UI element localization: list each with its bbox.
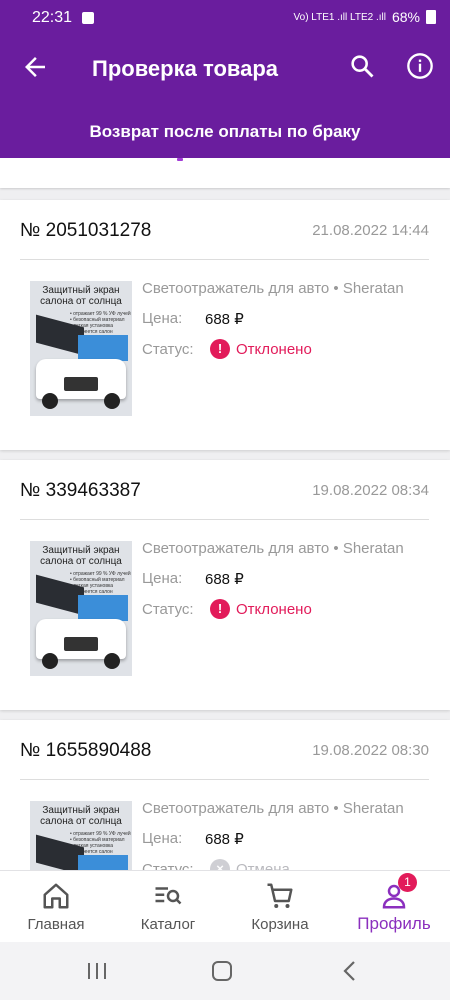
- status-label: Статус:: [142, 861, 194, 870]
- recents-icon[interactable]: [86, 963, 108, 979]
- thumb-title: Защитный экран салона от солнца: [40, 285, 122, 307]
- thumb-title: Защитный экран салона от солнца: [40, 545, 122, 567]
- car-grill: [64, 377, 98, 391]
- windshield-graphic: [78, 855, 128, 870]
- divider: [20, 259, 429, 260]
- info-icon[interactable]: [406, 52, 434, 80]
- signal-text: Vo) LTE1 .ıll LTE2 .ıll: [293, 11, 386, 23]
- product-name: Светоотражатель для авто • Sheratan: [142, 800, 404, 817]
- order-card[interactable]: № 2051031278 21.08.2022 14:44 Защитный э…: [0, 200, 450, 450]
- notification-icon: [82, 12, 94, 24]
- car-wheel: [42, 393, 58, 409]
- car-wheel: [104, 393, 120, 409]
- price-label: Цена:: [142, 830, 183, 847]
- divider: [20, 519, 429, 520]
- cancel-icon: ×: [210, 859, 230, 870]
- status-label: Статус:: [142, 341, 194, 358]
- order-number: № 1655890488: [20, 740, 152, 761]
- search-icon[interactable]: [348, 52, 376, 80]
- orders-list[interactable]: № 2051031278 21.08.2022 14:44 Защитный э…: [0, 158, 450, 870]
- thumb-title: Защитный экран салона от солнца: [40, 805, 122, 827]
- order-card[interactable]: № 1655890488 19.08.2022 08:30 Защитный э…: [0, 720, 450, 870]
- subtitle-text: Возврат после оплаты по браку: [89, 122, 361, 141]
- status-value: Отклонено: [236, 601, 312, 618]
- order-date: 21.08.2022 14:44: [312, 222, 429, 239]
- status-value: Отмена: [236, 861, 290, 870]
- order-number: № 2051031278: [20, 220, 152, 241]
- purple-mark: [177, 158, 183, 161]
- home-button-icon[interactable]: [212, 961, 232, 981]
- system-navigation-bar: [0, 942, 450, 1000]
- price-label: Цена:: [142, 570, 183, 587]
- page-title: Проверка товара: [92, 56, 279, 81]
- alert-icon: !: [210, 599, 230, 619]
- price-value: 688 ₽: [205, 831, 244, 848]
- order-card[interactable]: № 339463387 19.08.2022 08:34 Защитный эк…: [0, 460, 450, 710]
- status-time: 22:31: [32, 9, 73, 26]
- battery-percent: 68%: [391, 9, 420, 25]
- alert-icon: !: [210, 339, 230, 359]
- nav-home[interactable]: Главная: [0, 871, 112, 943]
- order-date: 19.08.2022 08:30: [312, 742, 429, 759]
- nav-label: Корзина: [251, 916, 309, 933]
- nav-profile[interactable]: Профиль: [338, 871, 450, 943]
- status-icons: Vo) LTE1 .ıll LTE2 .ıll 68%: [294, 9, 436, 25]
- bottom-navigation: Главная Каталог Корзина Профиль: [0, 870, 450, 943]
- windshield-graphic: [78, 335, 128, 361]
- windshield-graphic: [78, 595, 128, 621]
- catalog-icon: [155, 887, 182, 905]
- price-value: 688 ₽: [205, 571, 244, 588]
- car-grill: [64, 637, 98, 651]
- system-back-icon[interactable]: [340, 960, 360, 982]
- price-value: 688 ₽: [205, 311, 244, 328]
- previous-card-remnant: [0, 158, 450, 188]
- battery-icon: [426, 10, 436, 24]
- status-bar: 22:31 Vo) LTE1 .ıll LTE2 .ıll 68%: [0, 0, 450, 34]
- product-thumbnail[interactable]: Защитный экран салона от солнца • отража…: [30, 281, 132, 416]
- nav-label: Профиль: [357, 914, 431, 933]
- car-wheel: [42, 653, 58, 669]
- status-value: Отклонено: [236, 341, 312, 358]
- nav-cart[interactable]: Корзина: [224, 871, 336, 943]
- nav-catalog[interactable]: Каталог: [112, 871, 224, 943]
- subtitle-bar: Возврат после оплаты по браку: [0, 102, 450, 158]
- divider: [20, 779, 429, 780]
- product-name: Светоотражатель для авто • Sheratan: [142, 540, 404, 557]
- back-arrow-icon[interactable]: [20, 52, 50, 82]
- product-thumbnail[interactable]: Защитный экран салона от солнца • отража…: [30, 541, 132, 676]
- status-label: Статус:: [142, 601, 194, 618]
- profile-badge: 1: [398, 873, 417, 892]
- product-name: Светоотражатель для авто • Sheratan: [142, 280, 404, 297]
- nav-label: Каталог: [140, 916, 196, 933]
- order-number: № 339463387: [20, 480, 141, 501]
- order-date: 19.08.2022 08:34: [312, 482, 429, 499]
- nav-label: Главная: [27, 916, 85, 933]
- car-wheel: [104, 653, 120, 669]
- cart-icon: [267, 883, 293, 908]
- app-bar: Проверка товара: [0, 34, 450, 102]
- home-icon: [43, 883, 69, 909]
- product-thumbnail[interactable]: Защитный экран салона от солнца • отража…: [30, 801, 132, 870]
- price-label: Цена:: [142, 310, 183, 327]
